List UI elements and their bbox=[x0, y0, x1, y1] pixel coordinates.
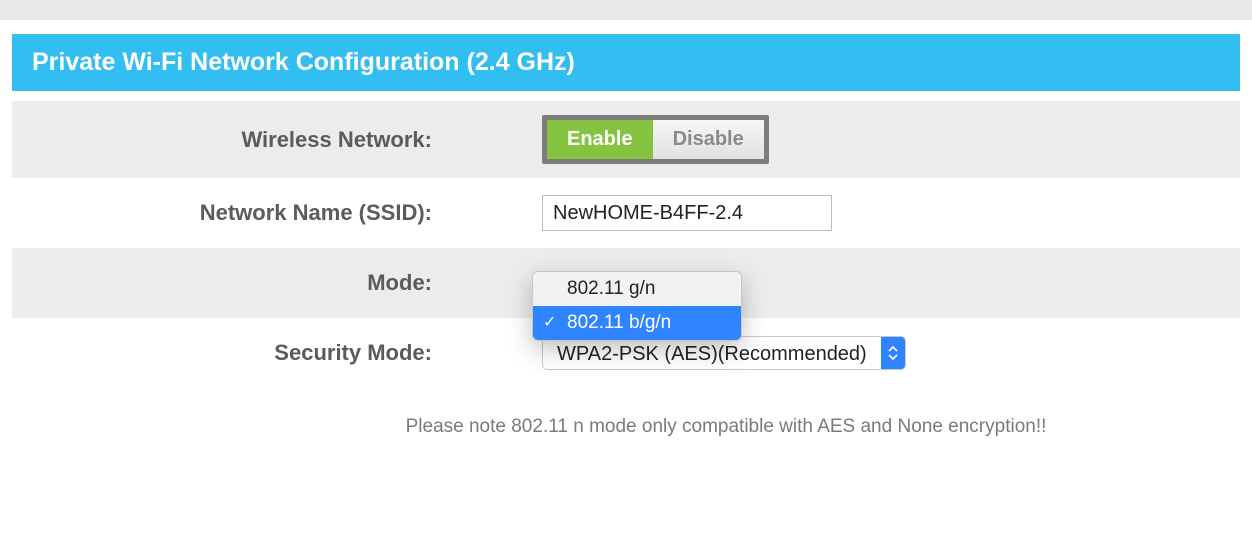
config-panel: Private Wi-Fi Network Configuration (2.4… bbox=[0, 34, 1252, 458]
top-bar bbox=[0, 0, 1252, 20]
check-icon: ✓ bbox=[543, 312, 556, 332]
enable-button[interactable]: Enable bbox=[547, 120, 653, 159]
label-mode: Mode: bbox=[12, 270, 452, 296]
ssid-input[interactable] bbox=[542, 195, 832, 231]
compatibility-note: Please note 802.11 n mode only compatibl… bbox=[12, 416, 1240, 438]
panel-title: Private Wi-Fi Network Configuration (2.4… bbox=[32, 48, 575, 76]
security-mode-select[interactable]: WPA2-PSK (AES)(Recommended) bbox=[542, 336, 906, 370]
row-ssid: Network Name (SSID): bbox=[12, 178, 1240, 248]
label-security-mode: Security Mode: bbox=[12, 340, 452, 366]
wireless-toggle-group: Enable Disable bbox=[542, 115, 769, 164]
mode-option-bgn[interactable]: ✓ 802.11 b/g/n bbox=[533, 306, 741, 340]
disable-button[interactable]: Disable bbox=[653, 120, 764, 159]
mode-option-bgn-label: 802.11 b/g/n bbox=[567, 312, 671, 333]
label-ssid: Network Name (SSID): bbox=[12, 200, 452, 226]
mode-option-gn[interactable]: 802.11 g/n bbox=[533, 272, 741, 306]
mode-option-gn-label: 802.11 g/n bbox=[567, 278, 655, 299]
row-mode: Mode: 802.11 g/n ✓ 802.11 b/g/n bbox=[12, 248, 1240, 318]
panel-header: Private Wi-Fi Network Configuration (2.4… bbox=[12, 34, 1240, 91]
mode-dropdown[interactable]: 802.11 g/n ✓ 802.11 b/g/n bbox=[532, 271, 742, 341]
row-wireless-network: Wireless Network: Enable Disable bbox=[12, 101, 1240, 178]
chevron-updown-icon bbox=[881, 337, 905, 369]
security-mode-value: WPA2-PSK (AES)(Recommended) bbox=[543, 337, 881, 369]
label-wireless-network: Wireless Network: bbox=[12, 127, 452, 153]
